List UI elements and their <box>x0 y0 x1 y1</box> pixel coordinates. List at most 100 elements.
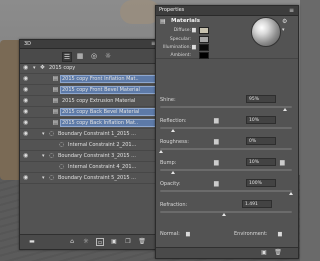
normal-folder-icon[interactable]: ▆ <box>186 231 190 237</box>
properties-footer: ▣ 🗑 <box>156 247 298 258</box>
materials-title: Materials <box>171 18 201 24</box>
visibility-eye-icon[interactable]: ◉ <box>23 98 30 104</box>
roughness-input[interactable]: 0% <box>246 137 276 145</box>
visibility-eye-icon[interactable]: ◉ <box>23 120 30 126</box>
constraint-icon: ◌ <box>58 163 65 170</box>
environment-folder-icon[interactable]: ▆ <box>278 231 282 237</box>
constraint-icon: ◌ <box>48 152 55 159</box>
render-preview-icon[interactable]: ▣ <box>260 249 268 257</box>
bump-texture-icon[interactable]: ▆ <box>214 159 219 166</box>
tree-row-constraint[interactable]: ◉ ▾ ◌ Boundary Constraint 5_2015 ... <box>20 173 160 184</box>
shine-slider-track[interactable] <box>160 106 292 108</box>
render-preview-icon[interactable]: ▣ <box>110 238 118 246</box>
tree-row-constraint[interactable]: ◉ ▾ ◌ Boundary Constraint 1_2015 ... <box>20 129 160 140</box>
material-preview-sphere[interactable] <box>251 17 281 47</box>
reflection-slider-track[interactable] <box>160 127 292 129</box>
illumination-color-swatch[interactable] <box>199 44 209 51</box>
reflection-label: Reflection: <box>160 118 187 124</box>
3d-filter-bar: ☰ ▦ ◎ ☼ <box>20 49 160 64</box>
mesh-icon: ❖ <box>39 64 46 71</box>
camera-view-icon[interactable]: ▬ <box>28 238 36 246</box>
tree-row-label: Internal Constraint 4_201... <box>68 164 137 170</box>
gear-icon[interactable]: ⚙ <box>282 18 287 25</box>
visibility-eye-icon[interactable]: ◉ <box>23 65 30 71</box>
refraction-slider-track[interactable] <box>160 211 292 213</box>
reflection-slider-knob[interactable] <box>171 129 175 132</box>
visibility-eye-icon[interactable]: ◉ <box>23 109 30 115</box>
refraction-label: Refraction: <box>160 202 188 208</box>
filter-materials-icon[interactable]: ◎ <box>90 52 98 60</box>
bump-folder-icon[interactable]: ▆ <box>280 159 285 166</box>
environment-label: Environment: <box>234 231 268 237</box>
visibility-eye-icon[interactable]: ◉ <box>23 131 30 137</box>
roughness-row: Roughness: ▆ 0% <box>156 137 298 157</box>
expand-chevron-icon[interactable]: ▾ <box>33 65 36 71</box>
tree-row-label: 2015 copy Back Bevel Material <box>62 109 140 115</box>
ambient-color-swatch[interactable] <box>199 52 209 59</box>
properties-panel: Properties ≡ ▤ Materials Diffuse: ▆ Spec… <box>155 5 299 259</box>
visibility-eye-icon[interactable]: ◉ <box>23 153 30 159</box>
bump-slider-track[interactable] <box>160 169 292 171</box>
material-icon: ▤ <box>52 75 59 82</box>
tree-row-label: 2015 copy Front Inflation Mat.. <box>62 76 139 82</box>
tree-row-constraint[interactable]: ◌ Internal Constraint 4_201... <box>20 162 160 173</box>
filter-meshes-icon[interactable]: ▦ <box>76 52 84 60</box>
new-item-icon[interactable]: ❐ <box>124 238 132 246</box>
expand-chevron-icon[interactable]: ▾ <box>42 175 45 181</box>
3d-scene-tree: ◉ ▾ ❖ 2015 copy ◉ ▤ 2015 copy Front Infl… <box>20 63 160 233</box>
refraction-input[interactable]: 1.491 <box>242 200 272 208</box>
shine-input[interactable]: 95% <box>246 95 276 103</box>
opacity-slider-knob[interactable] <box>289 192 293 195</box>
roughness-slider-knob[interactable] <box>159 150 163 153</box>
chevron-down-icon[interactable]: ▾ <box>282 27 285 33</box>
tree-row-constraint[interactable]: ◌ Internal Constraint 2_201... <box>20 140 160 151</box>
tree-row-label: 2015 copy <box>49 65 76 71</box>
visibility-eye-icon[interactable]: ◉ <box>23 87 30 93</box>
render-icon[interactable]: ▫ <box>96 238 104 246</box>
tree-row-label: 2015 copy Back Inflation Mat.. <box>62 120 139 126</box>
canvas-3d-object-ring <box>120 0 160 24</box>
trash-icon[interactable]: 🗑 <box>138 238 146 246</box>
reflection-texture-icon[interactable]: ▆ <box>214 117 219 124</box>
tree-row-material[interactable]: ◉ ▤ 2015 copy Front Inflation Mat.. <box>20 74 160 85</box>
opacity-texture-icon[interactable]: ▆ <box>214 180 219 187</box>
specular-label: Specular: <box>169 37 191 42</box>
bump-slider-knob[interactable] <box>171 171 175 174</box>
tree-row-material[interactable]: ◉ ▤ 2015 copy Front Bevel Material <box>20 85 160 96</box>
tree-row-constraint[interactable]: ◉ ▾ ◌ Boundary Constraint 3_2015 ... <box>20 151 160 162</box>
normal-environment-row: Normal: ▆ Environment: ▆ <box>156 231 298 243</box>
3d-panel-titlebar: 3D ≡ <box>20 40 160 49</box>
tree-row-material[interactable]: ◉ ▤ 2015 copy Back Inflation Mat.. <box>20 118 160 129</box>
filter-lights-icon[interactable]: ☼ <box>104 52 112 60</box>
tree-row-material[interactable]: ◉ ▤ 2015 copy Back Bevel Material <box>20 107 160 118</box>
trash-icon[interactable]: 🗑 <box>274 249 282 257</box>
expand-chevron-icon[interactable]: ▾ <box>42 153 45 159</box>
diffuse-folder-icon[interactable]: ▆ <box>192 27 198 33</box>
roughness-slider-track[interactable] <box>160 148 292 150</box>
illumination-label: Illumination: <box>162 45 191 50</box>
filter-whole-scene-icon[interactable]: ☰ <box>62 52 72 62</box>
diffuse-color-swatch[interactable] <box>199 27 209 34</box>
bump-input[interactable]: 10% <box>246 158 276 166</box>
expand-chevron-icon[interactable]: ▾ <box>42 131 45 137</box>
reflection-input[interactable]: 10% <box>246 116 276 124</box>
3d-panel-title: 3D <box>24 41 32 47</box>
materials-icon: ▤ <box>160 18 166 25</box>
visibility-eye-icon[interactable]: ◉ <box>23 175 30 181</box>
refraction-row: Refraction: 1.491 <box>156 200 298 220</box>
tree-row-material[interactable]: ◉ ▤ 2015 copy Extrusion Material <box>20 96 160 107</box>
add-light-icon[interactable]: ☼ <box>82 238 90 246</box>
specular-color-swatch[interactable] <box>199 36 209 43</box>
opacity-input[interactable]: 100% <box>246 179 276 187</box>
toggle-ground-plane-icon[interactable]: ⌂ <box>68 238 76 246</box>
visibility-eye-icon[interactable]: ◉ <box>23 76 30 82</box>
tree-row-mesh[interactable]: ◉ ▾ ❖ 2015 copy <box>20 63 160 74</box>
illumination-folder-icon[interactable]: ▆ <box>192 44 198 50</box>
roughness-texture-icon[interactable]: ▆ <box>214 138 219 145</box>
opacity-slider-track[interactable] <box>160 190 292 192</box>
shine-slider-knob[interactable] <box>283 108 287 111</box>
normal-label: Normal: <box>160 231 180 237</box>
panel-menu-icon[interactable]: ≡ <box>289 6 294 15</box>
properties-title: Properties <box>159 7 185 13</box>
refraction-slider-knob[interactable] <box>222 213 226 216</box>
